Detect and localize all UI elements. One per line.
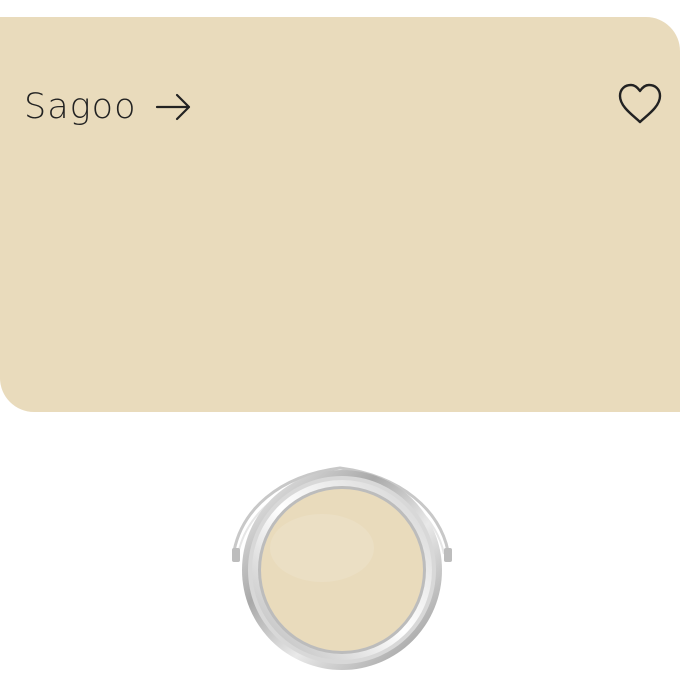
paint-can-image xyxy=(222,456,462,676)
color-name-link[interactable]: Sagoo xyxy=(24,83,193,131)
color-swatch-card: Sagoo xyxy=(0,17,680,412)
swatch-page: Sagoo xyxy=(0,0,680,680)
color-name: Sagoo xyxy=(24,87,137,127)
arrow-right-icon xyxy=(155,92,193,122)
favorite-heart-icon[interactable] xyxy=(616,82,664,126)
